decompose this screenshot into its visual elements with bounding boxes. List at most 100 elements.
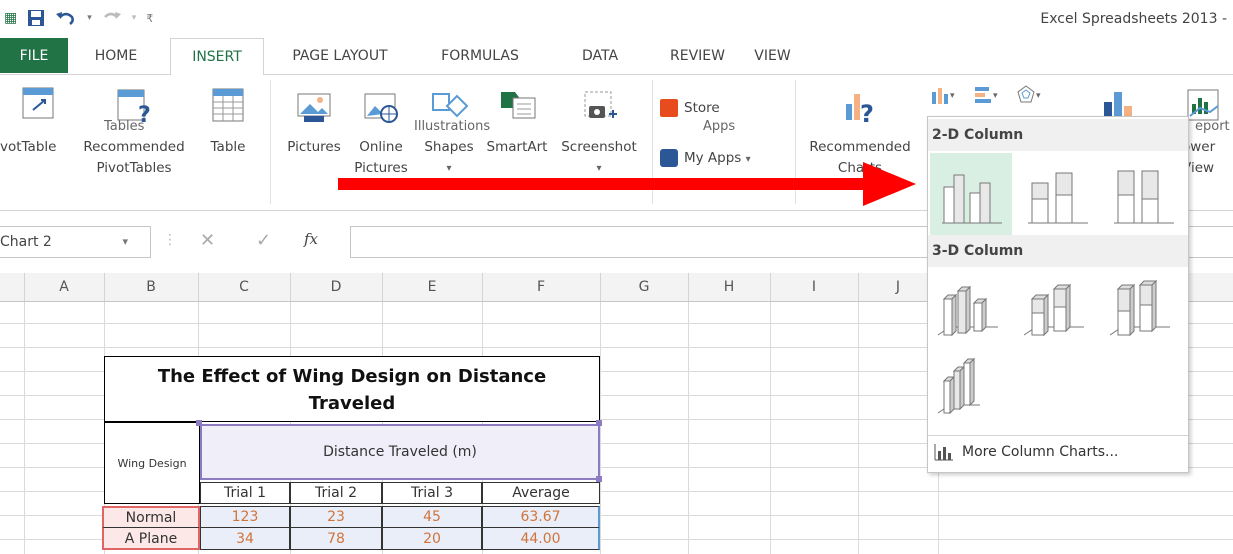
tab-review[interactable]: REVIEW [655, 38, 740, 73]
title-bar: ▦ ▾ ▾ ₹ Excel Spreadsheets 2013 - [0, 0, 1233, 36]
100-stacked-column-option[interactable] [1102, 153, 1184, 235]
customize-qat-icon[interactable]: ₹ [146, 12, 153, 25]
column-header[interactable]: F [482, 273, 601, 301]
bar-chart-icon[interactable]: ▾ [973, 84, 1001, 106]
pivottable-button[interactable]: votTable [0, 86, 78, 158]
smartart-label: SmartArt [486, 139, 548, 155]
range-handle[interactable] [196, 420, 202, 426]
row-label-normal[interactable]: Normal [102, 506, 200, 528]
tab-insert[interactable]: INSERT [170, 38, 264, 76]
subheader-trial-3[interactable]: Trial 3 [382, 482, 482, 504]
screenshot-icon [584, 91, 617, 118]
clustered-column-option[interactable] [930, 153, 1012, 235]
svg-text:▾: ▾ [993, 91, 998, 101]
table-button[interactable]: Table [197, 86, 259, 158]
clustered-column-icon [942, 174, 1002, 224]
group-reports-label: eport [1195, 119, 1230, 134]
wing-design-header[interactable]: Wing Design [104, 422, 200, 504]
red-arrow-annotation [338, 162, 916, 206]
table-cell[interactable]: 123 [200, 506, 290, 528]
distance-header[interactable]: Distance Traveled (m) [200, 424, 600, 480]
table-title: The Effect of Wing Design on Distance Tr… [104, 356, 600, 422]
section-2d-column: 2-D Column [928, 119, 1188, 151]
more-column-charts-item[interactable]: More Column Charts... [928, 435, 1188, 468]
column-header[interactable]: E [382, 273, 483, 301]
undo-icon[interactable] [55, 9, 77, 27]
ribbon-separator [270, 80, 271, 204]
3d-100-stacked-column-option[interactable] [1102, 269, 1184, 351]
name-box-dropdown-icon[interactable]: ▾ [122, 227, 128, 257]
subheader-trial-2[interactable]: Trial 2 [290, 482, 382, 504]
smartart-button[interactable]: SmartArt [480, 86, 554, 158]
grid-line [858, 302, 859, 554]
column-header[interactable]: G [600, 273, 689, 301]
pivottable-label: votTable [0, 139, 57, 155]
tab-page-layout[interactable]: PAGE LAYOUT [280, 38, 400, 73]
column-chart-icon[interactable]: ▾ [930, 84, 958, 106]
ribbon-tabs: FILE HOME INSERT PAGE LAYOUT FORMULAS DA… [0, 38, 1233, 76]
radar-chart-icon[interactable]: ▾ [1016, 84, 1044, 106]
grid-line [688, 302, 689, 554]
table-cell[interactable]: 34 [200, 528, 290, 550]
tab-home[interactable]: HOME [80, 38, 152, 73]
grid-line [600, 302, 601, 554]
tab-data[interactable]: DATA [565, 38, 635, 73]
table-cell[interactable]: 78 [290, 528, 382, 550]
column-header[interactable]: H [688, 273, 771, 301]
3d-clustered-column-icon [937, 285, 998, 337]
screenshot-label: Screenshot [561, 139, 637, 155]
tab-formulas[interactable]: FORMULAS [425, 38, 535, 73]
3d-column-option[interactable] [930, 351, 1012, 433]
power-view-label-1: ower [1182, 139, 1216, 155]
insert-function-icon[interactable]: fx [304, 230, 318, 248]
stacked-column-option[interactable] [1016, 153, 1098, 235]
select-all-corner[interactable] [0, 273, 25, 301]
svg-text:?: ? [860, 100, 874, 126]
shapes-label: Shapes [424, 139, 474, 155]
undo-dropdown-icon[interactable]: ▾ [87, 13, 92, 23]
column-header[interactable]: B [104, 273, 199, 301]
pictures-icon [297, 93, 331, 122]
row-label-a-plane[interactable]: A Plane [102, 528, 200, 550]
formula-bar-resize-handle[interactable]: ⋮ [163, 232, 177, 248]
group-tables-label: Tables [104, 119, 145, 134]
name-box-value: Chart 2 [0, 234, 52, 250]
range-handle[interactable] [596, 420, 602, 426]
subheader-trial-1[interactable]: Trial 1 [200, 482, 290, 504]
redo-dropdown-icon[interactable]: ▾ [132, 13, 137, 23]
stacked-column-icon [1028, 172, 1088, 224]
recommended-pivottables-label-2: PivotTables [96, 160, 172, 176]
cancel-icon[interactable]: ✕ [200, 230, 215, 251]
table-cell[interactable]: 44.00 [482, 528, 600, 550]
subheader-average[interactable]: Average [482, 482, 600, 504]
excel-app-icon: ▦ [4, 10, 18, 26]
table-cell[interactable]: 20 [382, 528, 482, 550]
grid-line [24, 302, 25, 554]
table-cell[interactable]: 45 [382, 506, 482, 528]
pivottable-icon [22, 87, 54, 119]
enter-icon[interactable]: ✓ [256, 230, 271, 251]
column-header[interactable]: I [770, 273, 859, 301]
smartart-icon [501, 92, 536, 119]
store-button[interactable]: Store [660, 98, 780, 119]
redo-icon[interactable] [102, 9, 122, 27]
column-header[interactable]: A [24, 273, 105, 301]
column-header[interactable]: C [198, 273, 291, 301]
3d-100-stacked-column-icon [1109, 279, 1170, 337]
column-chart-small-icon [934, 444, 953, 461]
3d-clustered-column-option[interactable] [930, 269, 1012, 351]
window-title: Excel Spreadsheets 2013 - [1040, 11, 1227, 27]
table-label: Table [210, 139, 246, 155]
3d-stacked-column-option[interactable] [1016, 269, 1098, 351]
table-cell[interactable]: 63.67 [482, 506, 600, 528]
table-cell[interactable]: 23 [290, 506, 382, 528]
group-apps-label: Apps [703, 119, 736, 134]
tab-view[interactable]: VIEW [745, 38, 800, 73]
column-header[interactable]: D [290, 273, 383, 301]
pictures-label: Pictures [287, 139, 341, 155]
pictures-button[interactable]: Pictures [280, 86, 348, 158]
name-box[interactable]: Chart 2 ▾ [0, 226, 151, 258]
save-icon[interactable] [27, 9, 45, 27]
tab-file[interactable]: FILE [0, 38, 68, 73]
store-label: Store [684, 100, 720, 116]
